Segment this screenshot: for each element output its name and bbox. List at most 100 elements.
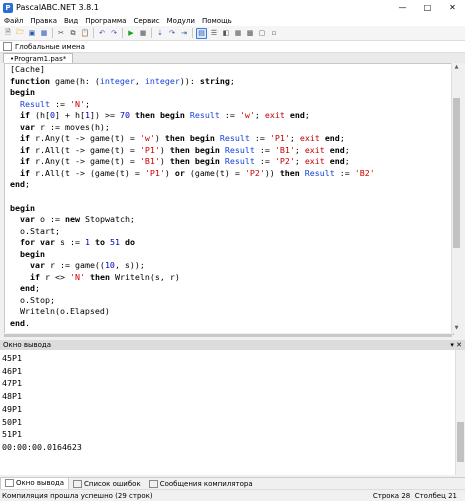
locals-window-icon[interactable]: ▢ bbox=[257, 28, 267, 38]
output-line: 47P1 bbox=[2, 378, 22, 389]
scroll-down-icon[interactable]: ▼ bbox=[452, 324, 461, 333]
col-value: 21 bbox=[448, 491, 457, 500]
menu-view[interactable]: Вид bbox=[64, 17, 78, 25]
close-panel-icon[interactable]: ✕ bbox=[456, 341, 462, 349]
save-all-icon[interactable]: ▦ bbox=[39, 28, 49, 38]
tab-output-window[interactable]: Окно вывода bbox=[0, 477, 70, 490]
toolbar-separator bbox=[52, 28, 53, 38]
output-line: 49P1 bbox=[2, 403, 22, 414]
window-controls: — □ ✕ bbox=[390, 0, 465, 15]
code-line: var r := moves(h); bbox=[20, 121, 110, 132]
format-code-icon[interactable]: ☰ bbox=[209, 28, 219, 38]
new-file-icon[interactable]: 🗎 bbox=[3, 28, 13, 38]
menu-modules[interactable]: Модули bbox=[167, 17, 195, 25]
copy-icon[interactable]: ⧉ bbox=[68, 28, 78, 38]
run-icon[interactable]: ▶ bbox=[126, 28, 136, 38]
code-line: if r <> 'N' then Writeln(s, r) bbox=[29, 271, 180, 282]
global-names-combo[interactable]: Глобальные имена bbox=[15, 43, 85, 51]
output-window-icon bbox=[5, 479, 14, 487]
title-bar: P PascalABC.NET 3.8.1 — □ ✕ bbox=[0, 0, 465, 15]
output-window-icon[interactable]: ▤ bbox=[196, 27, 207, 39]
output-line: 51P1 bbox=[2, 429, 22, 440]
cursor-position: Строка 28 Столбец 21 bbox=[373, 492, 457, 500]
output-scroll-thumb[interactable] bbox=[457, 422, 464, 462]
toolbar: 🗎 🗁 ▣ ▦ ✂ ⧉ 📋 ↶ ↷ ▶ ■ ⇣ ↷ ⇥ ▤ ☰ ◧ ▦ ▩ ▢ … bbox=[0, 26, 465, 41]
menu-edit[interactable]: Правка bbox=[30, 17, 57, 25]
menu-help[interactable]: Помощь bbox=[202, 17, 232, 25]
col-label: Столбец bbox=[414, 491, 446, 500]
undo-icon[interactable]: ↶ bbox=[97, 28, 107, 38]
output-vertical-scrollbar[interactable] bbox=[455, 350, 465, 475]
toolbar-separator bbox=[192, 28, 193, 38]
stop-icon[interactable]: ■ bbox=[138, 28, 148, 38]
step-into-icon[interactable]: ⇣ bbox=[155, 28, 165, 38]
row-value: 28 bbox=[401, 491, 411, 500]
status-bar: Компиляция прошла успешно (29 строк) Стр… bbox=[0, 489, 465, 501]
code-line: begin bbox=[10, 87, 35, 98]
row-label: Строка bbox=[372, 491, 400, 500]
maximize-button[interactable]: □ bbox=[415, 0, 440, 15]
editor-vertical-scrollbar[interactable]: ▲ ▼ bbox=[451, 63, 461, 333]
output-line: 48P1 bbox=[2, 391, 22, 402]
code-line: var o := new Stopwatch; bbox=[20, 214, 135, 225]
code-line: if r.Any(t -> game(t) = 'w') then begin … bbox=[20, 133, 345, 144]
toolbar-separator bbox=[151, 28, 152, 38]
minimize-button[interactable]: — bbox=[390, 0, 415, 15]
run-to-cursor-icon[interactable]: ⇥ bbox=[179, 28, 189, 38]
form-designer-icon[interactable]: ◧ bbox=[221, 28, 231, 38]
open-file-icon[interactable]: 🗁 bbox=[15, 28, 25, 38]
code-editor[interactable]: [Cache] function game(h: (integer, integ… bbox=[4, 63, 454, 335]
global-names-bar[interactable]: Глобальные имена bbox=[0, 41, 465, 53]
code-line: if r.All(t -> (game(t) = 'P1') or (game(… bbox=[20, 167, 375, 178]
toolbar-separator bbox=[122, 28, 123, 38]
code-line: if r.All(t -> game(t) = 'P1') then begin… bbox=[20, 144, 350, 155]
pin-icon[interactable]: ▾ bbox=[450, 341, 454, 349]
code-line: for var s := 1 to 51 do bbox=[20, 237, 135, 248]
code-line: function game(h: (integer, integer)): st… bbox=[10, 75, 235, 86]
error-list-icon bbox=[73, 479, 83, 488]
code-line: if (h[0] + h[1]) >= 70 then begin Result… bbox=[20, 110, 310, 121]
bottom-tabs: Окно вывода Список ошибок Сообщения комп… bbox=[0, 477, 465, 490]
close-button[interactable]: ✕ bbox=[440, 0, 465, 15]
watch-window-icon[interactable]: ▩ bbox=[245, 28, 255, 38]
editor-scroll-thumb[interactable] bbox=[453, 98, 460, 248]
paste-icon[interactable]: 📋 bbox=[80, 28, 90, 38]
output-panel-title: Окно вывода bbox=[3, 341, 52, 349]
code-line: Result := 'N'; bbox=[20, 98, 90, 109]
tab-program1[interactable]: •Program1.pas* bbox=[3, 53, 74, 63]
output-line: 45P1 bbox=[2, 353, 22, 363]
window-title: PascalABC.NET 3.8.1 bbox=[16, 3, 99, 12]
code-line: Writeln(o.Elapsed) bbox=[10, 306, 110, 317]
code-line: end. bbox=[10, 318, 30, 329]
scroll-up-icon[interactable]: ▲ bbox=[452, 63, 461, 72]
cut-icon[interactable]: ✂ bbox=[56, 28, 66, 38]
document-tabs: •Program1.pas* bbox=[0, 53, 465, 63]
redo-icon[interactable]: ↷ bbox=[109, 28, 119, 38]
code-line: o.Start; bbox=[10, 225, 60, 236]
output-panel-header: Окно вывода ▾ ✕ bbox=[0, 340, 465, 350]
save-icon[interactable]: ▣ bbox=[27, 28, 37, 38]
step-over-icon[interactable]: ↷ bbox=[167, 28, 177, 38]
editor-hscroll-thumb[interactable] bbox=[4, 334, 452, 337]
output-line: 46P1 bbox=[2, 365, 22, 376]
menu-bar: Файл Правка Вид Программа Сервис Модули … bbox=[0, 15, 465, 26]
immediate-window-icon[interactable]: ▫ bbox=[269, 28, 279, 38]
toolbar-separator bbox=[93, 28, 94, 38]
tab-compiler-messages[interactable]: Сообщения компилятора bbox=[145, 478, 257, 489]
debug-window-icon[interactable]: ▦ bbox=[233, 28, 243, 38]
output-window[interactable]: 45P1 46P1 47P1 48P1 49P1 50P1 51P1 00:00… bbox=[0, 350, 456, 475]
global-names-icon bbox=[3, 42, 12, 51]
code-line: if r.Any(t -> game(t) = 'B1') then begin… bbox=[20, 156, 350, 167]
menu-tools[interactable]: Сервис bbox=[133, 17, 159, 25]
menu-program[interactable]: Программа bbox=[85, 17, 126, 25]
code-line: [Cache] bbox=[10, 64, 45, 74]
compiler-messages-icon bbox=[148, 479, 158, 488]
menu-file[interactable]: Файл bbox=[4, 17, 23, 25]
code-line: begin bbox=[20, 248, 45, 259]
tab-error-list[interactable]: Список ошибок bbox=[69, 478, 145, 489]
status-message: Компиляция прошла успешно (29 строк) bbox=[2, 491, 153, 500]
code-text[interactable]: [Cache] function game(h: (integer, integ… bbox=[5, 64, 453, 330]
editor-horizontal-scrollbar[interactable] bbox=[4, 333, 452, 338]
code-line: end; bbox=[20, 283, 40, 294]
code-line: var r := game((10, s)); bbox=[29, 260, 145, 271]
